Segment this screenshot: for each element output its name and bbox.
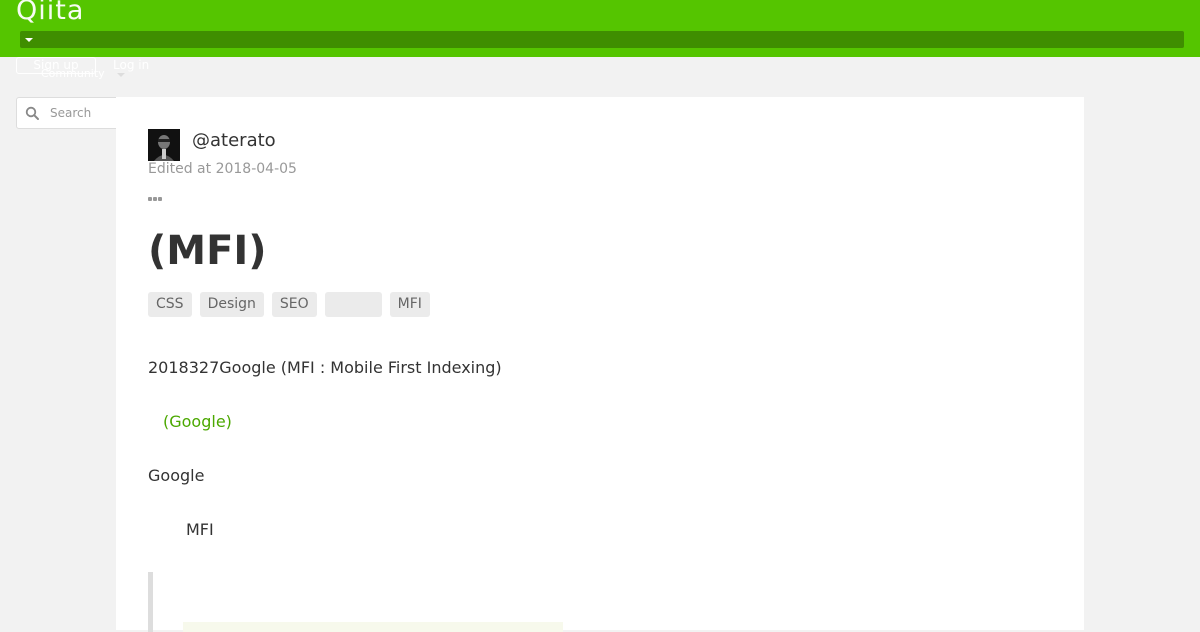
global-header: Qiita xyxy=(0,0,1200,57)
chevron-down-icon[interactable] xyxy=(117,73,125,77)
google-link[interactable]: (Google) xyxy=(163,412,232,432)
article-title: (MFI) xyxy=(148,228,267,274)
tag-item[interactable]: Design xyxy=(199,292,264,317)
tag-item[interactable]: SEO xyxy=(271,292,317,317)
body-paragraph: Google xyxy=(148,466,205,485)
caret-down-icon[interactable] xyxy=(25,38,33,42)
tag-list: CSS Design SEO MFI xyxy=(148,292,438,318)
avatar[interactable] xyxy=(148,129,180,161)
author-username[interactable]: @aterato xyxy=(192,130,276,151)
body-paragraph: MFI xyxy=(186,520,214,539)
article-card: @aterato Edited at 2018-04-05 (MFI) CSS … xyxy=(116,97,1084,632)
body-paragraph: 2018327Google (MFI : Mobile First Indexi… xyxy=(148,358,502,377)
auth-nav: Sign up Community Log in xyxy=(16,56,316,80)
tag-item[interactable]: CSS xyxy=(148,292,192,317)
qiita-logo[interactable]: Qiita xyxy=(16,0,84,26)
blockquote-image xyxy=(183,622,563,632)
community-menu[interactable]: Community xyxy=(41,67,105,81)
header-menu-bar[interactable] xyxy=(20,31,1184,48)
more-options-icon[interactable] xyxy=(148,186,164,201)
tag-item[interactable] xyxy=(324,292,382,317)
edited-timestamp: Edited at 2018-04-05 xyxy=(148,161,297,177)
tag-item[interactable]: MFI xyxy=(389,292,430,317)
blockquote xyxy=(148,572,1048,632)
search-icon xyxy=(25,106,39,120)
login-link[interactable]: Log in xyxy=(113,58,149,73)
